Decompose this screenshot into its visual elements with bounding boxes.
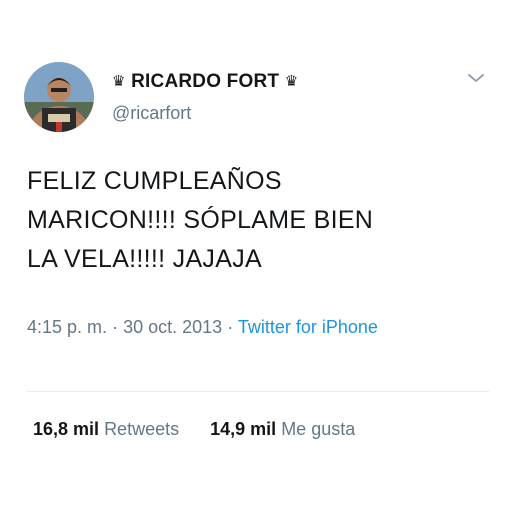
tweet-card: ♛ RICARDO FORT ♛ @ricarfort FELIZ CUMPLE… [0,0,512,512]
tweet-meta: 4:15 p. m. · 30 oct. 2013 · Twitter for … [27,313,487,342]
user-handle[interactable]: @ricarfort [112,103,191,124]
retweets-count: 16,8 mil [33,419,100,439]
retweets-stat[interactable]: 16,8 mil Retweets [33,419,179,440]
meta-separator: · [227,317,234,337]
likes-stat[interactable]: 14,9 mil Me gusta [210,419,355,440]
likes-count: 14,9 mil [210,419,277,439]
tweet-time[interactable]: 4:15 p. m. [27,317,107,337]
likes-label: Me gusta [281,419,356,439]
tweet-source[interactable]: Twitter for iPhone [238,317,378,337]
meta-separator: · [112,317,119,337]
tweet-stats: 16,8 mil Retweets 14,9 mil Me gusta [33,419,381,440]
profile-photo-icon [24,62,94,132]
tweet-date[interactable]: 30 oct. 2013 [123,317,222,337]
tweet-text: FELIZ CUMPLEAÑOS MARICON!!!! SÓPLAME BIE… [27,167,374,273]
crown-icon: ♛ [284,73,299,90]
display-name-text: RICARDO FORT [131,71,280,92]
chevron-down-icon[interactable] [465,68,487,88]
divider [27,391,489,392]
crown-icon: ♛ [112,73,126,90]
avatar[interactable] [24,62,94,132]
display-name[interactable]: ♛ RICARDO FORT ♛ [112,71,298,93]
retweets-label: Retweets [104,419,180,439]
